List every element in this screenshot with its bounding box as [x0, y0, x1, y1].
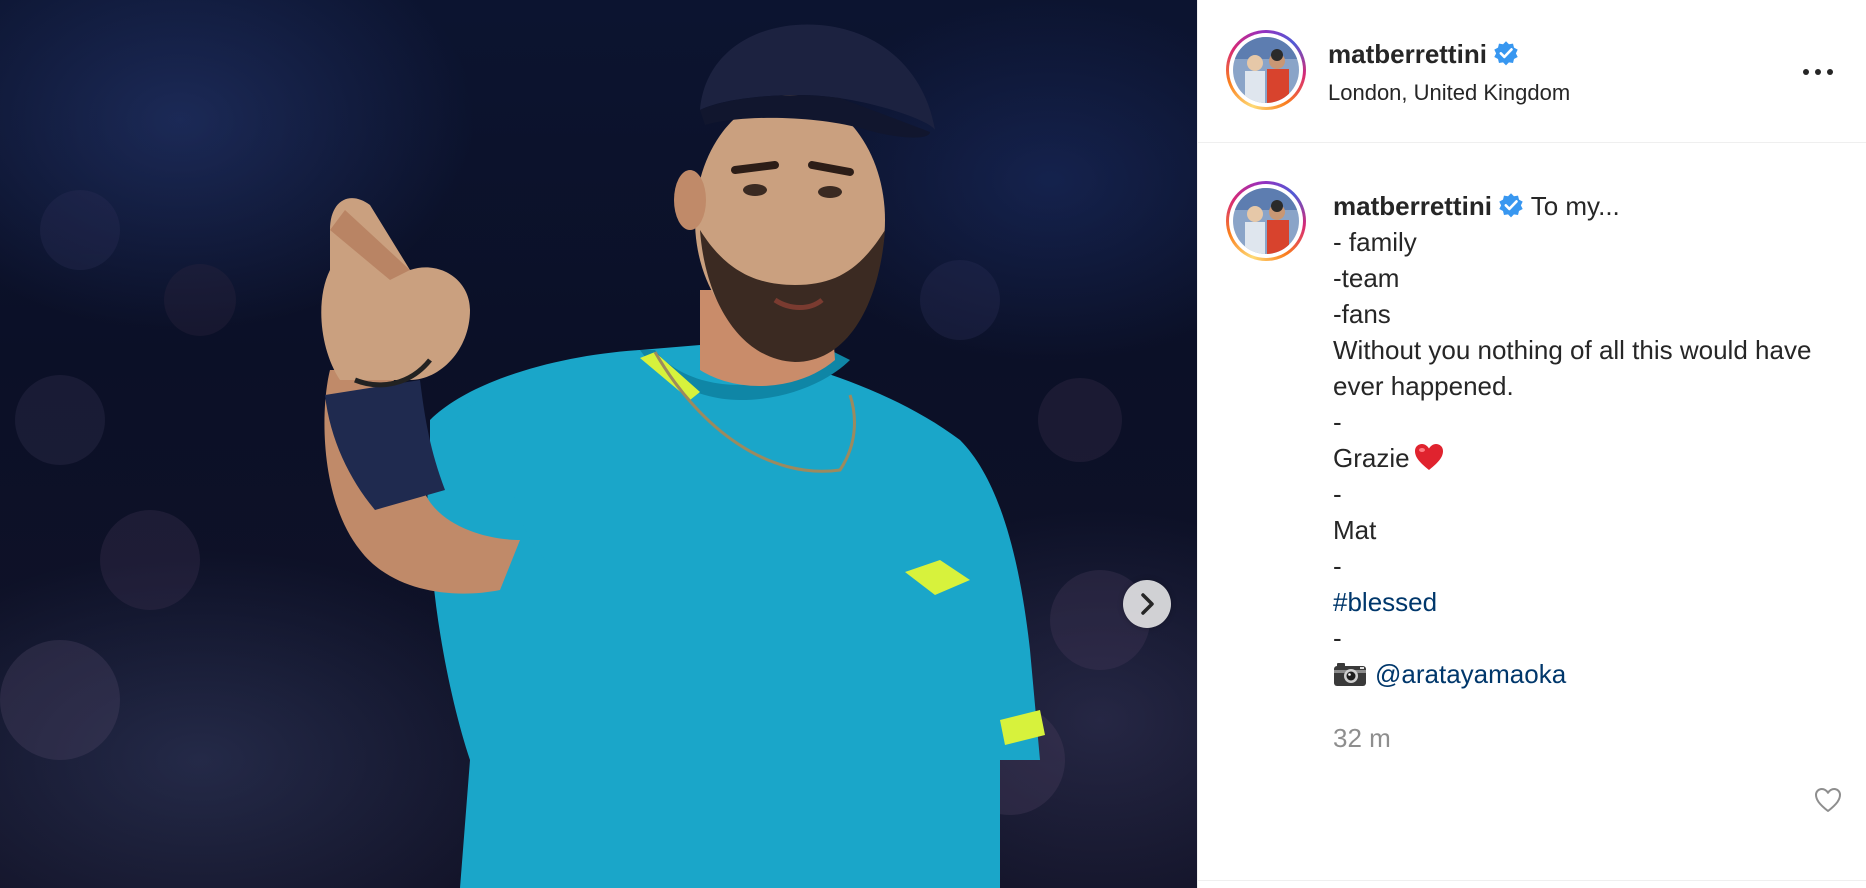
- username-text[interactable]: matberrettini: [1328, 39, 1487, 69]
- caption-line: Without you nothing of all this would ha…: [1333, 335, 1819, 401]
- caption-line: -: [1333, 407, 1342, 437]
- avatar-photo: [1233, 188, 1299, 254]
- hashtag-link[interactable]: #blessed: [1333, 587, 1437, 617]
- caption-grazie: Grazie: [1333, 443, 1410, 473]
- caption-line: -team: [1333, 263, 1400, 293]
- caption-credit-line: @aratayamaoka: [1333, 656, 1853, 692]
- panel-divider: [1198, 880, 1866, 881]
- caption-line: -: [1333, 551, 1342, 581]
- caption-signature: Mat: [1333, 515, 1377, 545]
- avatar[interactable]: [1226, 30, 1306, 110]
- caption-line: -: [1333, 479, 1342, 509]
- caption-avatar[interactable]: [1226, 181, 1306, 261]
- caption-username[interactable]: matberrettini: [1333, 191, 1492, 221]
- header-username[interactable]: matberrettini: [1328, 39, 1519, 70]
- caption-grazie-line: Grazie: [1333, 440, 1853, 476]
- post-side-panel: matberrettini London, United Kingdom mat…: [1197, 0, 1866, 888]
- caption-line: -: [1333, 623, 1342, 653]
- caption-intro: To my...: [1530, 191, 1620, 221]
- verified-badge-icon: [1499, 193, 1523, 218]
- mention-link[interactable]: @aratayamaoka: [1375, 659, 1566, 689]
- post-timestamp[interactable]: 32 m: [1333, 723, 1391, 754]
- verified-badge-icon: [1494, 41, 1518, 66]
- player-photo: [0, 24, 1150, 888]
- caption-first-line: matberrettini To my...: [1333, 188, 1853, 224]
- next-media-button[interactable]: [1123, 580, 1171, 628]
- heart-outline-icon[interactable]: [1814, 787, 1842, 813]
- avatar-photo: [1233, 37, 1299, 103]
- caption-text: matberrettini To my... - family -team -f…: [1333, 188, 1853, 692]
- camera-emoji: [1334, 663, 1366, 686]
- caption-line: -fans: [1333, 299, 1391, 329]
- red-heart-emoji: [1414, 444, 1443, 470]
- location-link[interactable]: London, United Kingdom: [1328, 80, 1570, 106]
- chevron-right-icon: [1141, 593, 1154, 615]
- caption-line: - family: [1333, 227, 1417, 257]
- post-header: matberrettini London, United Kingdom: [1198, 0, 1866, 143]
- more-options-icon[interactable]: [1798, 60, 1838, 84]
- post-media[interactable]: [0, 0, 1197, 888]
